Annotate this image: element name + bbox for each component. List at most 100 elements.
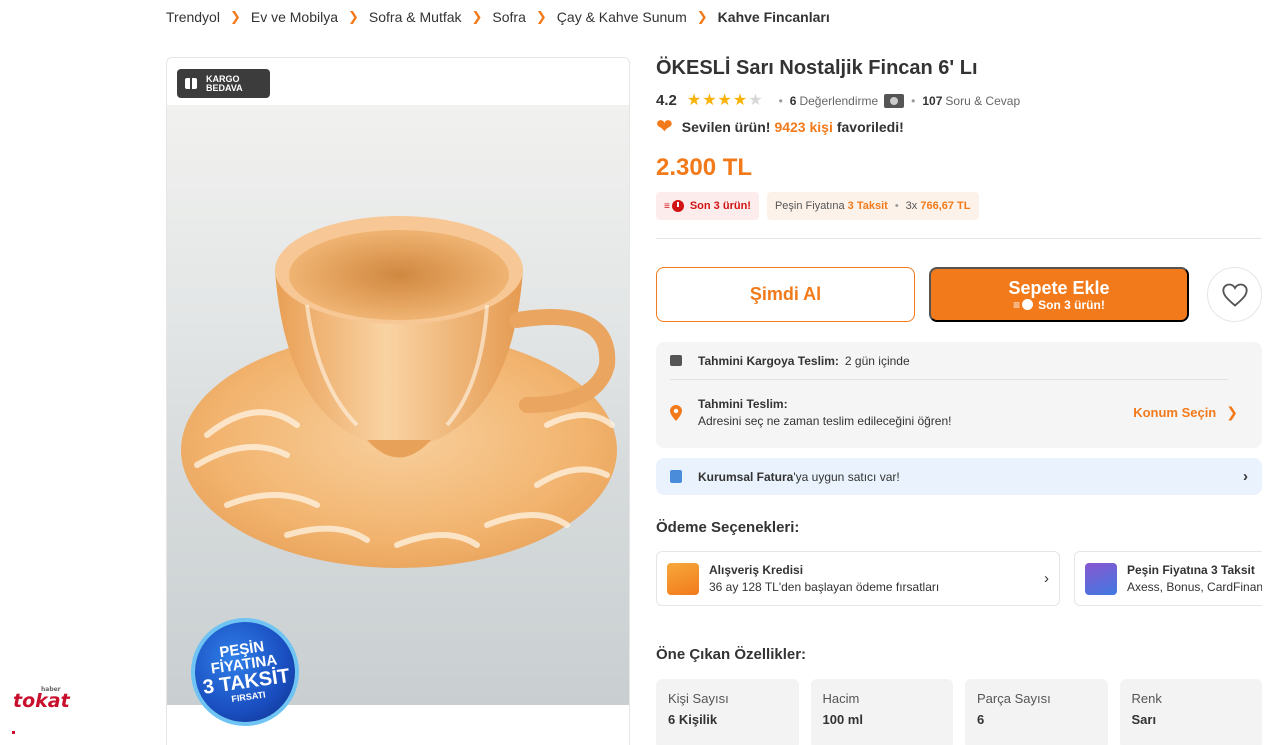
breadcrumb-item-sofra[interactable]: Sofra: [492, 9, 525, 25]
chevron-right-icon: ❯: [535, 9, 547, 24]
delivery-desc: Adresini seç ne zaman teslim edileceğini…: [698, 414, 952, 428]
watermark-logo: tokat haber: [13, 686, 70, 712]
feature-label: Renk: [1131, 691, 1162, 706]
product-details: ÖKESLİ Sarı Nostaljik Fincan 6' Lı 4.2 ★…: [656, 57, 1262, 745]
review-link[interactable]: 6 Değerlendirme: [790, 94, 878, 108]
shopping-bag-icon: [667, 562, 699, 595]
add-to-cart-label: Sepete Ekle: [1008, 277, 1110, 298]
feature-card: Hacim 100 ml: [810, 679, 953, 745]
watermark-text: tokat: [13, 690, 70, 712]
invoice-rest: 'ya uygun satıcı var!: [793, 469, 900, 484]
payment-options: Alışveriş Kredisi 36 ay 128 TL'den başla…: [656, 551, 1262, 606]
add-to-cart-button[interactable]: Sepete Ekle ≡ Son 3 ürün!: [929, 267, 1189, 322]
invoice-icon: [670, 470, 682, 483]
product-gallery: KARGO BEDAVA PEŞİN FİYATINA 3 TAKSİT FIR…: [166, 57, 630, 745]
feature-label: Parça Sayısı: [977, 691, 1051, 706]
review-label: Değerlendirme: [799, 93, 879, 108]
feature-value: Sarı: [1131, 712, 1157, 727]
installment-label: Peşin Fiyatına: [774, 200, 845, 212]
camera-icon: [884, 93, 905, 108]
price-tags: ≡ Son 3 ürün! Peşin Fiyatına 3 Taksit • …: [656, 192, 1262, 220]
payment-option-credit[interactable]: Alışveriş Kredisi 36 ay 128 TL'den başla…: [656, 551, 1060, 606]
box-icon: [670, 355, 682, 366]
location-pin-icon: [670, 405, 682, 421]
installment-tag: Peşin Fiyatına 3 Taksit • 3x 766,67 TL: [766, 192, 979, 220]
feature-card: Parça Sayısı 6: [965, 679, 1108, 745]
rating-score: 4.2: [656, 92, 677, 109]
payment-options-title: Ödeme Seçenekleri:: [656, 519, 800, 536]
corporate-invoice-banner[interactable]: Kurumsal Fatura'ya uygun satıcı var! ›: [656, 458, 1262, 495]
star-empty-icon: ★: [748, 91, 763, 109]
feature-label: Hacim: [822, 691, 860, 706]
review-count: 6: [789, 93, 797, 108]
favorite-button[interactable]: [1207, 267, 1262, 322]
installment-highlight: 3 Taksit: [847, 200, 888, 212]
feature-cards: Kişi Sayısı 6 Kişilik Hacim 100 ml Parça…: [656, 679, 1262, 745]
cargo-label: Tahmini Kargoya Teslim:: [698, 353, 839, 368]
installment-monthly-value: 766,67 TL: [920, 200, 971, 212]
product-title: ÖKESLİ Sarı Nostaljik Fincan 6' Lı: [656, 57, 1262, 80]
heart-icon: ❤: [656, 116, 673, 138]
delivery-info: Tahmini Kargoya Teslim: 2 gün içinde Tah…: [656, 342, 1262, 448]
star-icon: ★: [702, 91, 717, 109]
chevron-right-icon: ›: [1044, 570, 1049, 587]
qa-label: Soru & Cevap: [945, 93, 1021, 108]
chevron-right-icon: ❯: [696, 9, 708, 24]
breadcrumb-item-cay-kahve[interactable]: Çay & Kahve Sunum: [557, 9, 687, 25]
rating-row: 4.2 ★ ★ ★ ★ ★ • 6 Değerlendirme • 107 Soru…: [656, 92, 1262, 109]
feature-value: 6: [977, 712, 985, 727]
rating-stars: ★ ★ ★ ★ ★: [686, 91, 764, 109]
payment-option-desc: Axess, Bonus, CardFinans: [1127, 579, 1262, 594]
product-brand[interactable]: ÖKESLİ: [656, 57, 730, 79]
product-price: 2.300 TL: [656, 154, 753, 181]
watermark-dot: [12, 731, 15, 734]
select-location-button[interactable]: Konum Seçin ❯: [1133, 404, 1238, 421]
payment-option-desc: 36 ay 128 TL'den başlayan ödeme fırsatla…: [709, 579, 940, 594]
star-icon: ★: [732, 91, 748, 109]
installment-monthly: 3x: [905, 200, 918, 212]
chevron-right-icon: ❯: [348, 9, 359, 24]
star-icon: ★: [717, 91, 732, 109]
divider: [656, 238, 1262, 239]
clock-icon: [671, 200, 684, 212]
cargo-estimate: Tahmini Kargoya Teslim: 2 gün içinde: [670, 342, 1228, 380]
credit-card-icon: [1085, 562, 1117, 595]
breadcrumb: Trendyol ❯ Ev ve Mobilya ❯ Sofra & Mutfa…: [166, 9, 830, 25]
breadcrumb-item-current[interactable]: Kahve Fincanları: [718, 9, 830, 25]
feature-card: Kişi Sayısı 6 Kişilik: [656, 679, 799, 745]
breadcrumb-item-sofra-mutfak[interactable]: Sofra & Mutfak: [369, 9, 462, 25]
chevron-right-icon: ❯: [229, 9, 241, 24]
clock-icon: [1022, 299, 1034, 310]
favorite-prefix: Sevilen ürün!: [681, 119, 771, 135]
chevron-right-icon: ❯: [471, 9, 483, 24]
favorite-suffix: favoriledi!: [836, 119, 904, 135]
feature-value: 6 Kişilik: [668, 712, 718, 727]
list-icon: ≡: [664, 200, 670, 212]
product-image[interactable]: [167, 105, 629, 705]
chevron-right-icon: ❯: [1226, 404, 1238, 420]
list-icon: ≡: [1013, 297, 1021, 312]
badge-line: BEDAVA: [206, 82, 243, 93]
qa-count: 107: [922, 93, 943, 108]
breadcrumb-item-trendyol[interactable]: Trendyol: [166, 9, 220, 25]
payment-option-title: Peşin Fiyatına 3 Taksit: [1127, 562, 1255, 577]
star-icon: ★: [686, 91, 702, 109]
breadcrumb-item-ev-ve-mobilya[interactable]: Ev ve Mobilya: [251, 9, 338, 25]
purchase-actions: Şimdi Al Sepete Ekle ≡ Son 3 ürün!: [656, 267, 1262, 322]
low-stock-tag: ≡ Son 3 ürün!: [656, 192, 759, 220]
add-to-cart-sub: ≡ Son 3 ürün!: [1013, 298, 1105, 312]
low-stock-text: Son 3 ürün!: [689, 200, 751, 212]
payment-option-installment[interactable]: Peşin Fiyatına 3 Taksit Axess, Bonus, Ca…: [1074, 551, 1262, 606]
feature-label: Kişi Sayısı: [668, 691, 729, 706]
feature-card: Renk Sarı: [1119, 679, 1262, 745]
buy-now-button[interactable]: Şimdi Al: [656, 267, 915, 322]
feature-value: 100 ml: [822, 712, 863, 727]
box-icon: [185, 78, 197, 89]
separator-dot: •: [894, 200, 899, 212]
separator-dot: •: [911, 93, 916, 108]
qa-link[interactable]: 107 Soru & Cevap: [922, 94, 1020, 108]
heart-outline-icon: [1221, 283, 1248, 307]
watermark-small: haber: [41, 686, 61, 693]
invoice-bold: Kurumsal Fatura: [698, 469, 794, 484]
delivery-label: Tahmini Teslim:: [698, 397, 788, 411]
